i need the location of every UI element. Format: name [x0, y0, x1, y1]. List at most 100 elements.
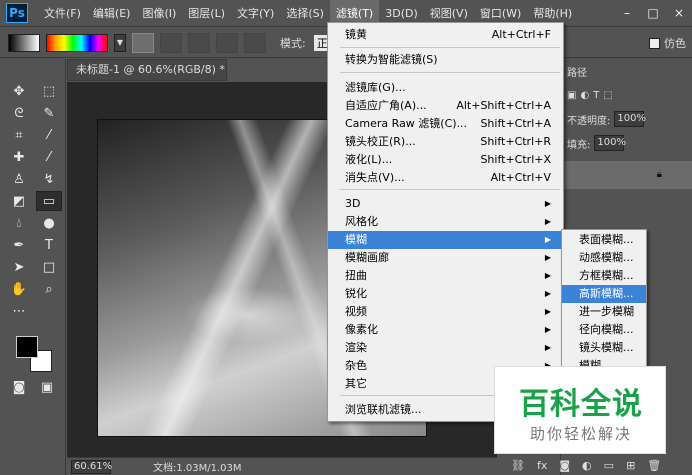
maximize-button[interactable]: □ — [640, 0, 666, 27]
submenu-item-blur-more[interactable]: 进一步模糊 — [562, 303, 646, 321]
submenu-arrow-icon: ▶ — [544, 253, 551, 262]
watermark-subtitle: 助你轻松解决 — [529, 425, 632, 443]
link-layers-icon[interactable]: ⛓ — [511, 459, 525, 472]
options-right: 仿色 — [649, 28, 692, 58]
filter-menu-item-camera-raw[interactable]: Camera Raw 滤镜(C)... Shift+Ctrl+A — [328, 115, 563, 133]
quick-select-tool-icon[interactable]: ✎ — [36, 103, 62, 123]
zoom-tool-icon[interactable]: ⌕ — [36, 279, 62, 299]
blur-tool-icon[interactable]: 💧︎ — [6, 213, 32, 233]
filter-menu-item-vanishing-point[interactable]: 消失点(V)... Alt+Ctrl+V — [328, 169, 563, 187]
dither-label: 仿色 — [664, 37, 686, 50]
menu-select[interactable]: 选择(S) — [280, 0, 330, 27]
filter-menu-item-smart[interactable]: 转换为智能滤镜(S) — [328, 51, 563, 69]
filter-menu-item-render[interactable]: 渲染 ▶ — [328, 339, 563, 357]
rectangle-tool-icon[interactable]: □ — [36, 257, 62, 277]
filter-menu-item-distort[interactable]: 扭曲 ▶ — [328, 267, 563, 285]
quick-mask-icon[interactable]: ◙ — [6, 377, 32, 397]
path-select-tool-icon[interactable]: ➤ — [6, 257, 32, 277]
foreground-color-swatch[interactable] — [16, 336, 38, 358]
type-tool-icon[interactable]: T — [36, 235, 62, 255]
hand-tool-icon[interactable]: ✋ — [6, 279, 32, 299]
angle-gradient-button[interactable] — [188, 32, 210, 53]
submenu-item-radial-blur[interactable]: 径向模糊... — [562, 321, 646, 339]
close-button[interactable]: × — [666, 0, 692, 27]
radial-gradient-button[interactable] — [160, 32, 182, 53]
filter-menu: 镜黄 Alt+Ctrl+F 转换为智能滤镜(S) 滤镜库(G)... 自适应广角(… — [327, 22, 564, 422]
menu-image[interactable]: 图像(I) — [136, 0, 182, 27]
reflected-gradient-button[interactable] — [216, 32, 238, 53]
gradient-picker[interactable] — [46, 33, 108, 52]
filter-menu-item-3d[interactable]: 3D ▶ — [328, 195, 563, 213]
diamond-gradient-button[interactable] — [244, 32, 266, 53]
mode-label: 模式: — [280, 36, 306, 50]
fill-field[interactable]: 100% — [594, 135, 626, 151]
clone-stamp-tool-icon[interactable]: ♙ — [6, 169, 32, 189]
submenu-item-surface-blur[interactable]: 表面模糊... — [562, 231, 646, 249]
fill-row: 填充: 100% — [561, 131, 692, 155]
shape-filter-icon[interactable]: ⬚ — [603, 90, 612, 101]
filter-menu-item-liquify[interactable]: 液化(L)... Shift+Ctrl+X — [328, 151, 563, 169]
filter-menu-item-gallery[interactable]: 滤镜库(G)... — [328, 79, 563, 97]
lasso-tool-icon[interactable]: ᘓ — [6, 103, 32, 123]
gradient-dropdown-icon[interactable]: ▼ — [114, 33, 126, 52]
filter-menu-item-blur[interactable]: 模糊 ▶ — [328, 231, 563, 249]
submenu-item-motion-blur[interactable]: 动感模糊... — [562, 249, 646, 267]
document-info[interactable]: 文档:1.03M/1.03M — [153, 459, 242, 474]
submenu-arrow-icon: ▶ — [544, 271, 551, 280]
brush-tool-icon[interactable]: ⁄ — [36, 147, 62, 167]
fx-icon[interactable]: fx — [537, 459, 547, 472]
photoshop-logo: Ps — [6, 3, 28, 23]
layer-row[interactable]: 🔒︎ — [561, 161, 692, 189]
opacity-label: 不透明度: — [567, 115, 611, 127]
dodge-tool-icon[interactable]: ● — [36, 213, 62, 233]
filter-menu-item-adaptive-wide[interactable]: 自适应广角(A)... Alt+Shift+Ctrl+A — [328, 97, 563, 115]
watermark: 百科全说 助你轻松解决 — [494, 366, 666, 454]
filter-menu-item-stylize[interactable]: 风格化 ▶ — [328, 213, 563, 231]
linear-gradient-button[interactable] — [132, 32, 154, 53]
filter-menu-item-lens-correction[interactable]: 镜头校正(R)... Shift+Ctrl+R — [328, 133, 563, 151]
delete-layer-icon[interactable]: 🗑︎ — [647, 459, 661, 472]
submenu-item-box-blur[interactable]: 方框模糊... — [562, 267, 646, 285]
type-filter-icon[interactable]: T — [593, 90, 599, 101]
filter-icon[interactable]: ▣ — [567, 90, 576, 101]
healing-brush-tool-icon[interactable]: ✚ — [6, 147, 32, 167]
tool-preset-picker[interactable] — [8, 33, 40, 52]
submenu-item-lens-blur[interactable]: 镜头模糊... — [562, 339, 646, 357]
history-brush-tool-icon[interactable]: ↯ — [36, 169, 62, 189]
eyedropper-tool-icon[interactable]: ⁄ — [36, 125, 62, 145]
filter-menu-item-sharpen[interactable]: 锐化 ▶ — [328, 285, 563, 303]
menu-layer[interactable]: 图层(L) — [182, 0, 231, 27]
filter-menu-item-pixelate[interactable]: 像素化 ▶ — [328, 321, 563, 339]
new-layer-icon[interactable]: ⊞ — [626, 459, 635, 472]
move-tool-icon[interactable]: ✥ — [6, 81, 32, 101]
fill-label: 填充: — [567, 139, 591, 151]
watermark-title: 百科全说 — [519, 387, 643, 422]
more-tools-icon[interactable]: ⋯ — [6, 301, 32, 321]
menu-edit[interactable]: 编辑(E) — [87, 0, 137, 27]
document-tab[interactable]: 未标题-1 @ 60.6%(RGB/8) * × — [67, 59, 227, 96]
zoom-field[interactable]: 60.61% — [71, 459, 112, 474]
submenu-item-gaussian-blur[interactable]: 高斯模糊... — [562, 285, 646, 303]
window-controls: – □ × — [614, 0, 692, 27]
minimize-button[interactable]: – — [614, 0, 640, 27]
pen-tool-icon[interactable]: ✒ — [6, 235, 32, 255]
eraser-tool-icon[interactable]: ◩ — [6, 191, 32, 211]
paths-tab[interactable]: 路径 — [567, 64, 587, 79]
gradient-tool-icon[interactable]: ▭ — [36, 191, 62, 211]
dither-checkbox[interactable] — [649, 37, 660, 49]
marquee-tool-icon[interactable]: ⬚ — [36, 81, 62, 101]
new-group-icon[interactable]: ▭ — [604, 459, 614, 472]
menu-file[interactable]: 文件(F) — [38, 0, 87, 27]
crop-tool-icon[interactable]: ⌗ — [6, 125, 32, 145]
adjustment-layer-icon[interactable]: ◐ — [582, 459, 592, 472]
filter-menu-item-blur-gallery[interactable]: 模糊画廊 ▶ — [328, 249, 563, 267]
filter-menu-item-video[interactable]: 视频 ▶ — [328, 303, 563, 321]
blur-submenu: 表面模糊... 动感模糊... 方框模糊... 高斯模糊... 进一步模糊 径向… — [561, 229, 647, 375]
opacity-field[interactable]: 100% — [614, 111, 646, 127]
add-mask-icon[interactable]: ◙ — [559, 459, 570, 472]
filter-menu-item-last[interactable]: 镜黄 Alt+Ctrl+F — [328, 26, 563, 44]
submenu-arrow-icon: ▶ — [544, 235, 551, 244]
menu-type[interactable]: 文字(Y) — [231, 0, 280, 27]
screen-mode-icon[interactable]: ▣ — [34, 377, 60, 397]
adjust-icon[interactable]: ◐ — [580, 90, 589, 101]
